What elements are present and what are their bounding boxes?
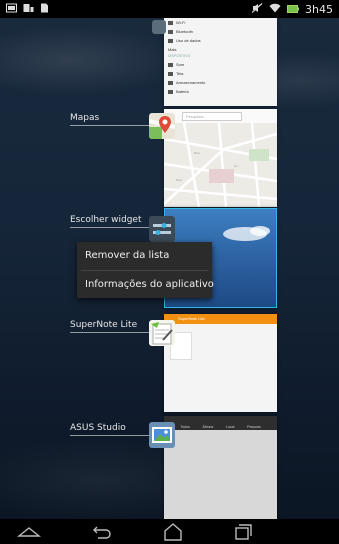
asus-studio-thumbnail[interactable]: Todos Álbuns Local Pessoas: [164, 416, 277, 519]
gallery-notification-icon: [6, 0, 17, 18]
navigation-bar: [0, 519, 339, 544]
mute-icon: [251, 0, 263, 18]
settings-app-icon: [152, 20, 166, 34]
label-underline: [70, 435, 150, 436]
label-underline: [70, 227, 150, 228]
battery-icon: [287, 0, 300, 18]
tab-todos: Todos: [180, 425, 190, 429]
back-icon[interactable]: [90, 522, 116, 542]
clock: 3h45: [305, 2, 333, 16]
recent-apps-screen: 3h45 Wi-Fi Bluetooth Uso de dados Mais D…: [0, 0, 339, 544]
app-label-asus-studio: ASUS Studio: [70, 423, 126, 433]
app-label-supernote-lite: SuperNote Lite: [70, 320, 138, 330]
app-label-mapas: Mapas: [70, 113, 100, 123]
recent-apps-icon[interactable]: [230, 522, 256, 542]
maps-app-icon: [149, 113, 175, 139]
settings-thumbnail[interactable]: Wi-Fi Bluetooth Uso de dados Mais DISPOS…: [164, 18, 277, 106]
tab-local: Local: [226, 425, 235, 429]
settings-line: Armazenamento: [164, 78, 277, 87]
supernote-app-icon: [149, 320, 175, 346]
label-underline: [70, 332, 150, 333]
hide-keyboard-icon[interactable]: [16, 522, 42, 542]
settings-line: Bluetooth: [164, 27, 277, 36]
wifi-icon: [269, 0, 281, 18]
supernote-thumbnail[interactable]: SuperNote Lite: [164, 314, 277, 412]
menu-item-app-info[interactable]: Informações do aplicativo: [77, 271, 214, 299]
map-view: Rua Av Rua: [164, 109, 277, 207]
mapas-thumbnail[interactable]: Rua Av Rua Pesquisar: [164, 109, 277, 207]
sd-card-notification-icon: [23, 0, 34, 18]
home-icon[interactable]: [160, 522, 186, 542]
app-label-escolher-widget: Escolher widget: [70, 215, 142, 225]
svg-text:Av: Av: [234, 164, 238, 168]
settings-line: Uso de dados: [164, 36, 277, 45]
status-bar: 3h45: [0, 0, 339, 18]
menu-item-remove-from-list[interactable]: Remover da lista: [77, 242, 212, 270]
svg-text:Rua: Rua: [176, 178, 182, 182]
svg-text:Rua: Rua: [194, 151, 200, 155]
file-notification-icon: [40, 0, 49, 18]
supernote-header: SuperNote Lite: [164, 314, 277, 324]
settings-line: Bateria: [164, 87, 277, 96]
asus-studio-tab-bar: Todos Álbuns Local Pessoas: [164, 416, 277, 430]
settings-line: Mais: [168, 47, 177, 52]
tab-pessoas: Pessoas: [247, 425, 261, 429]
asus-studio-app-icon: [149, 422, 175, 448]
widget-picker-app-icon: [149, 216, 175, 242]
map-search-box: Pesquisar: [182, 112, 242, 121]
tab-albuns: Álbuns: [202, 425, 214, 429]
label-underline: [70, 125, 150, 126]
settings-line: Tela: [164, 69, 277, 78]
settings-line: Som: [164, 60, 277, 69]
settings-line: Wi-Fi: [164, 18, 277, 27]
context-menu: Remover da lista Informações do aplicati…: [77, 242, 214, 299]
